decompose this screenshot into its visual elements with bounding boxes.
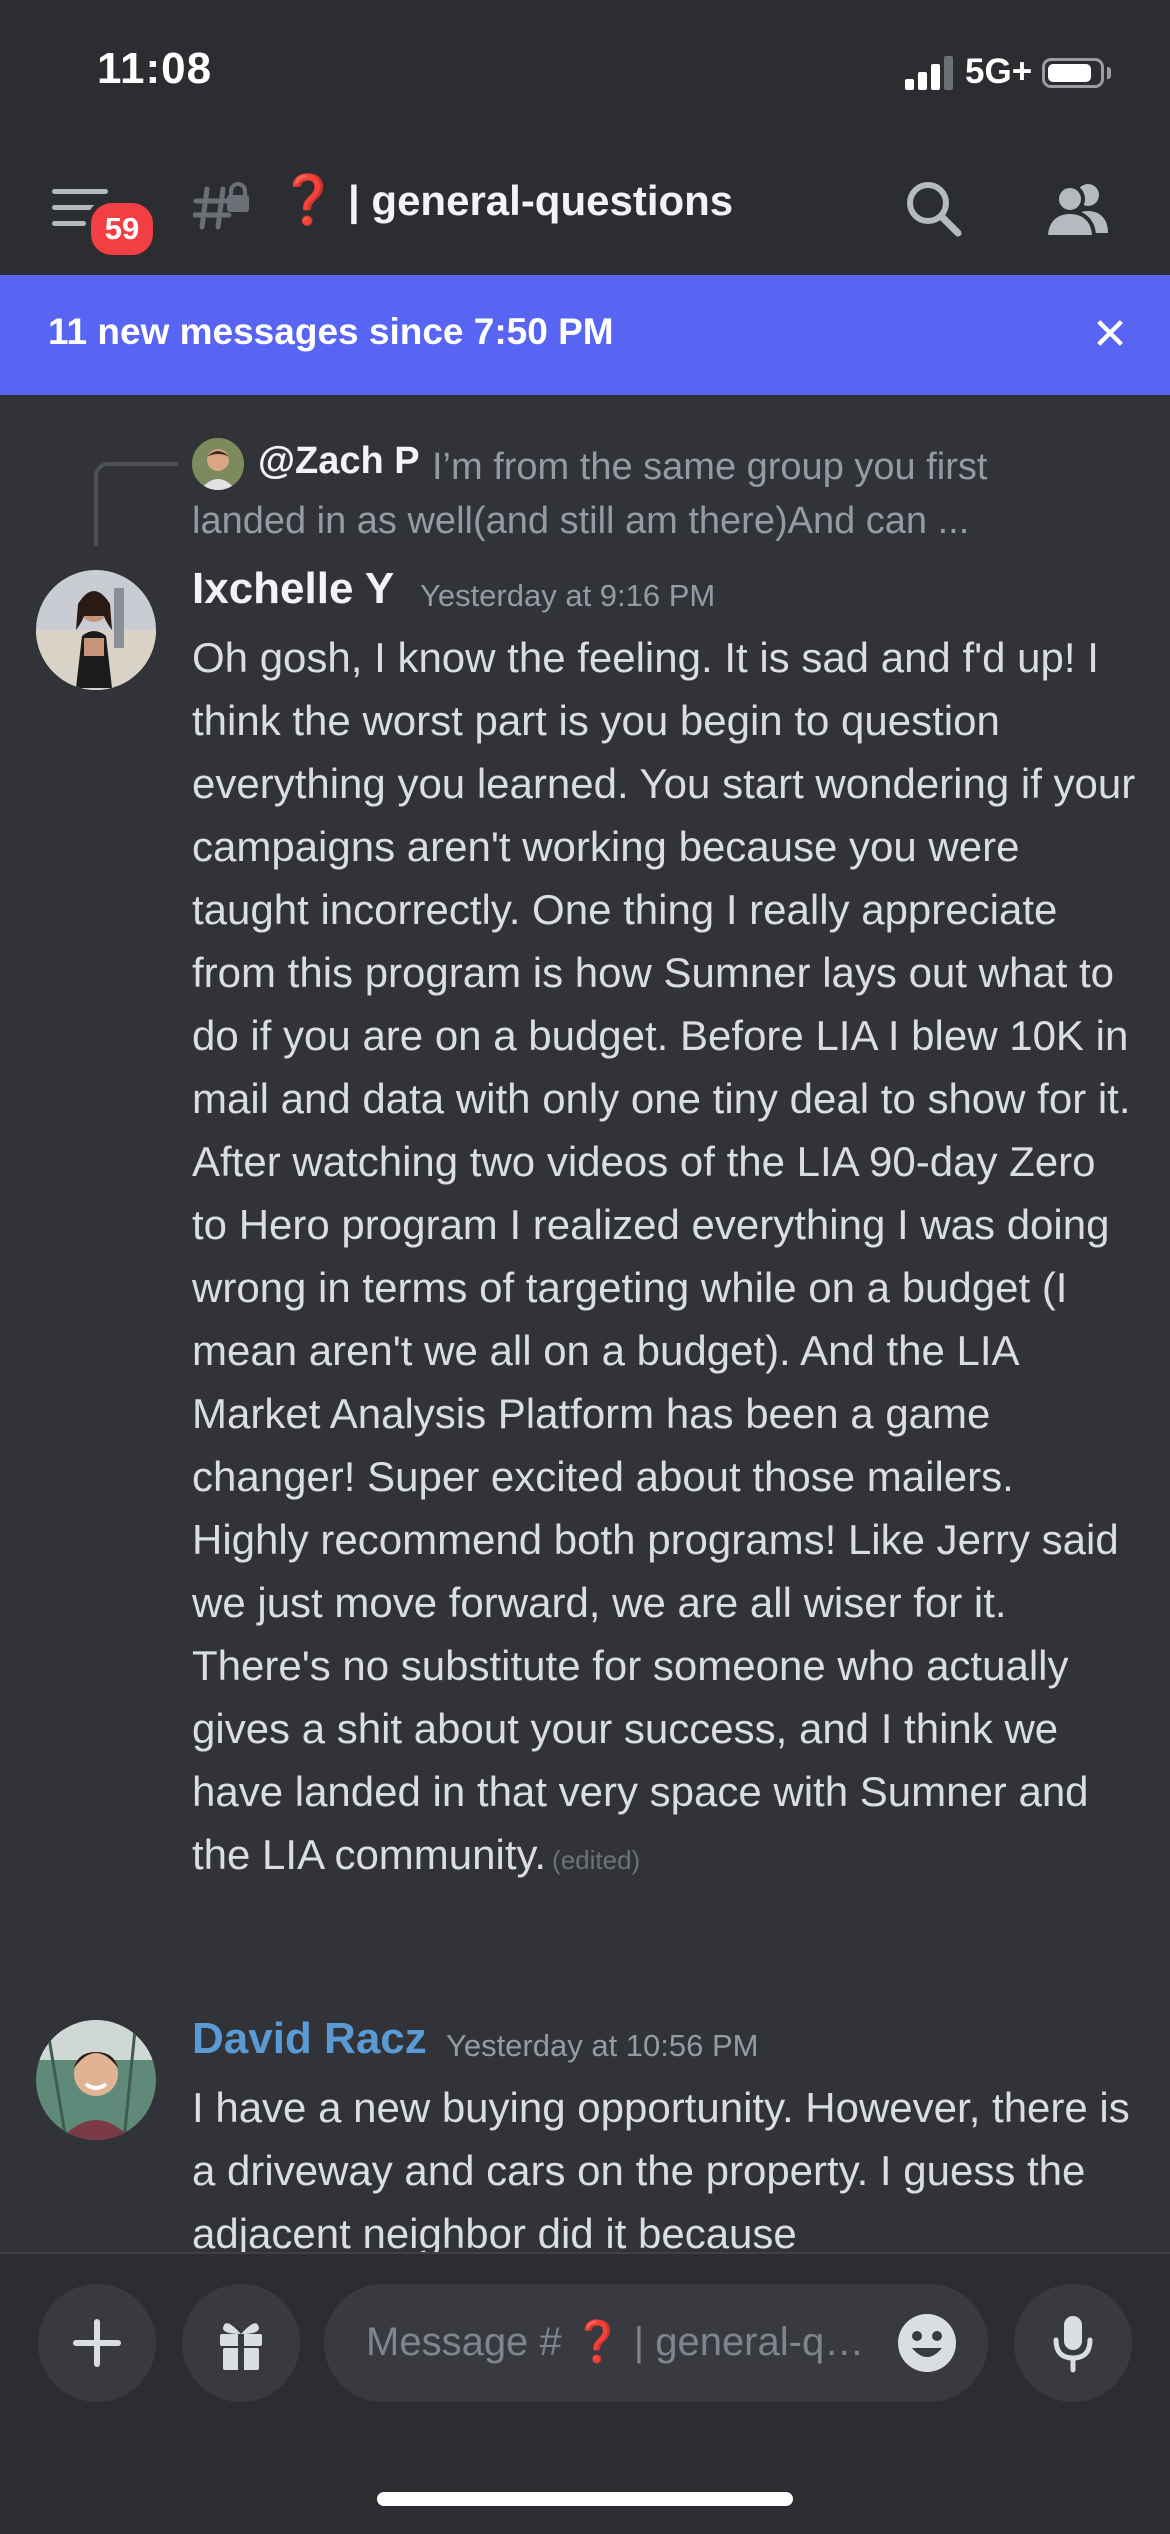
new-messages-bar[interactable]: 11 new messages since 7:50 PM ✕ xyxy=(0,275,1170,395)
emoji-icon[interactable] xyxy=(896,2312,958,2374)
timestamp: Yesterday at 10:56 PM xyxy=(446,2028,759,2063)
members-icon[interactable] xyxy=(1042,177,1114,241)
new-messages-text: 11 new messages since 7:50 PM xyxy=(48,311,614,352)
channel-name[interactable]: | general-questions xyxy=(348,177,733,225)
avatar[interactable] xyxy=(36,570,156,690)
search-icon[interactable] xyxy=(902,177,966,241)
battery-level xyxy=(1048,64,1091,82)
edited-tag: (edited) xyxy=(552,1845,641,1875)
message-content: Oh gosh, I know the feeling. It is sad a… xyxy=(192,634,1136,1878)
message-content: I have a new buying opportunity. However… xyxy=(192,2084,1130,2252)
plus-icon[interactable] xyxy=(38,2284,156,2402)
author-name[interactable]: David Racz xyxy=(192,2014,427,2064)
status-time: 11:08 xyxy=(97,44,213,93)
battery-cap xyxy=(1107,67,1111,79)
cellular-signal-icon xyxy=(905,56,953,90)
status-bar: 11:08 5G+ xyxy=(0,0,1170,145)
avatar[interactable] xyxy=(36,2020,156,2140)
reply-connector xyxy=(94,462,178,546)
message-text[interactable]: I have a new buying opportunity. However… xyxy=(192,2076,1142,2252)
message-placeholder: Message # ❓ | general-questions xyxy=(366,2320,866,2364)
message-input[interactable]: Message # ❓ | general-questions xyxy=(324,2284,988,2402)
microphone-icon[interactable] xyxy=(1014,2284,1132,2402)
message-text[interactable]: Oh gosh, I know the feeling. It is sad a… xyxy=(192,626,1142,1892)
channel-header: 59 ❓ | general-questions xyxy=(0,145,1170,275)
close-icon[interactable]: ✕ xyxy=(1086,311,1134,359)
home-indicator xyxy=(377,2492,793,2506)
battery-icon xyxy=(1042,58,1104,88)
network-type: 5G+ xyxy=(965,52,1033,91)
author-name[interactable]: Ixchelle Y xyxy=(192,564,394,614)
reply-mention[interactable]: @Zach P xyxy=(258,440,420,483)
timestamp: Yesterday at 9:16 PM xyxy=(420,578,716,613)
unread-badge: 59 xyxy=(86,198,158,260)
gift-icon[interactable] xyxy=(182,2284,300,2402)
question-emoji: ❓ xyxy=(278,172,338,228)
reply-avatar[interactable] xyxy=(192,438,244,490)
locked-channel-icon xyxy=(193,182,249,230)
